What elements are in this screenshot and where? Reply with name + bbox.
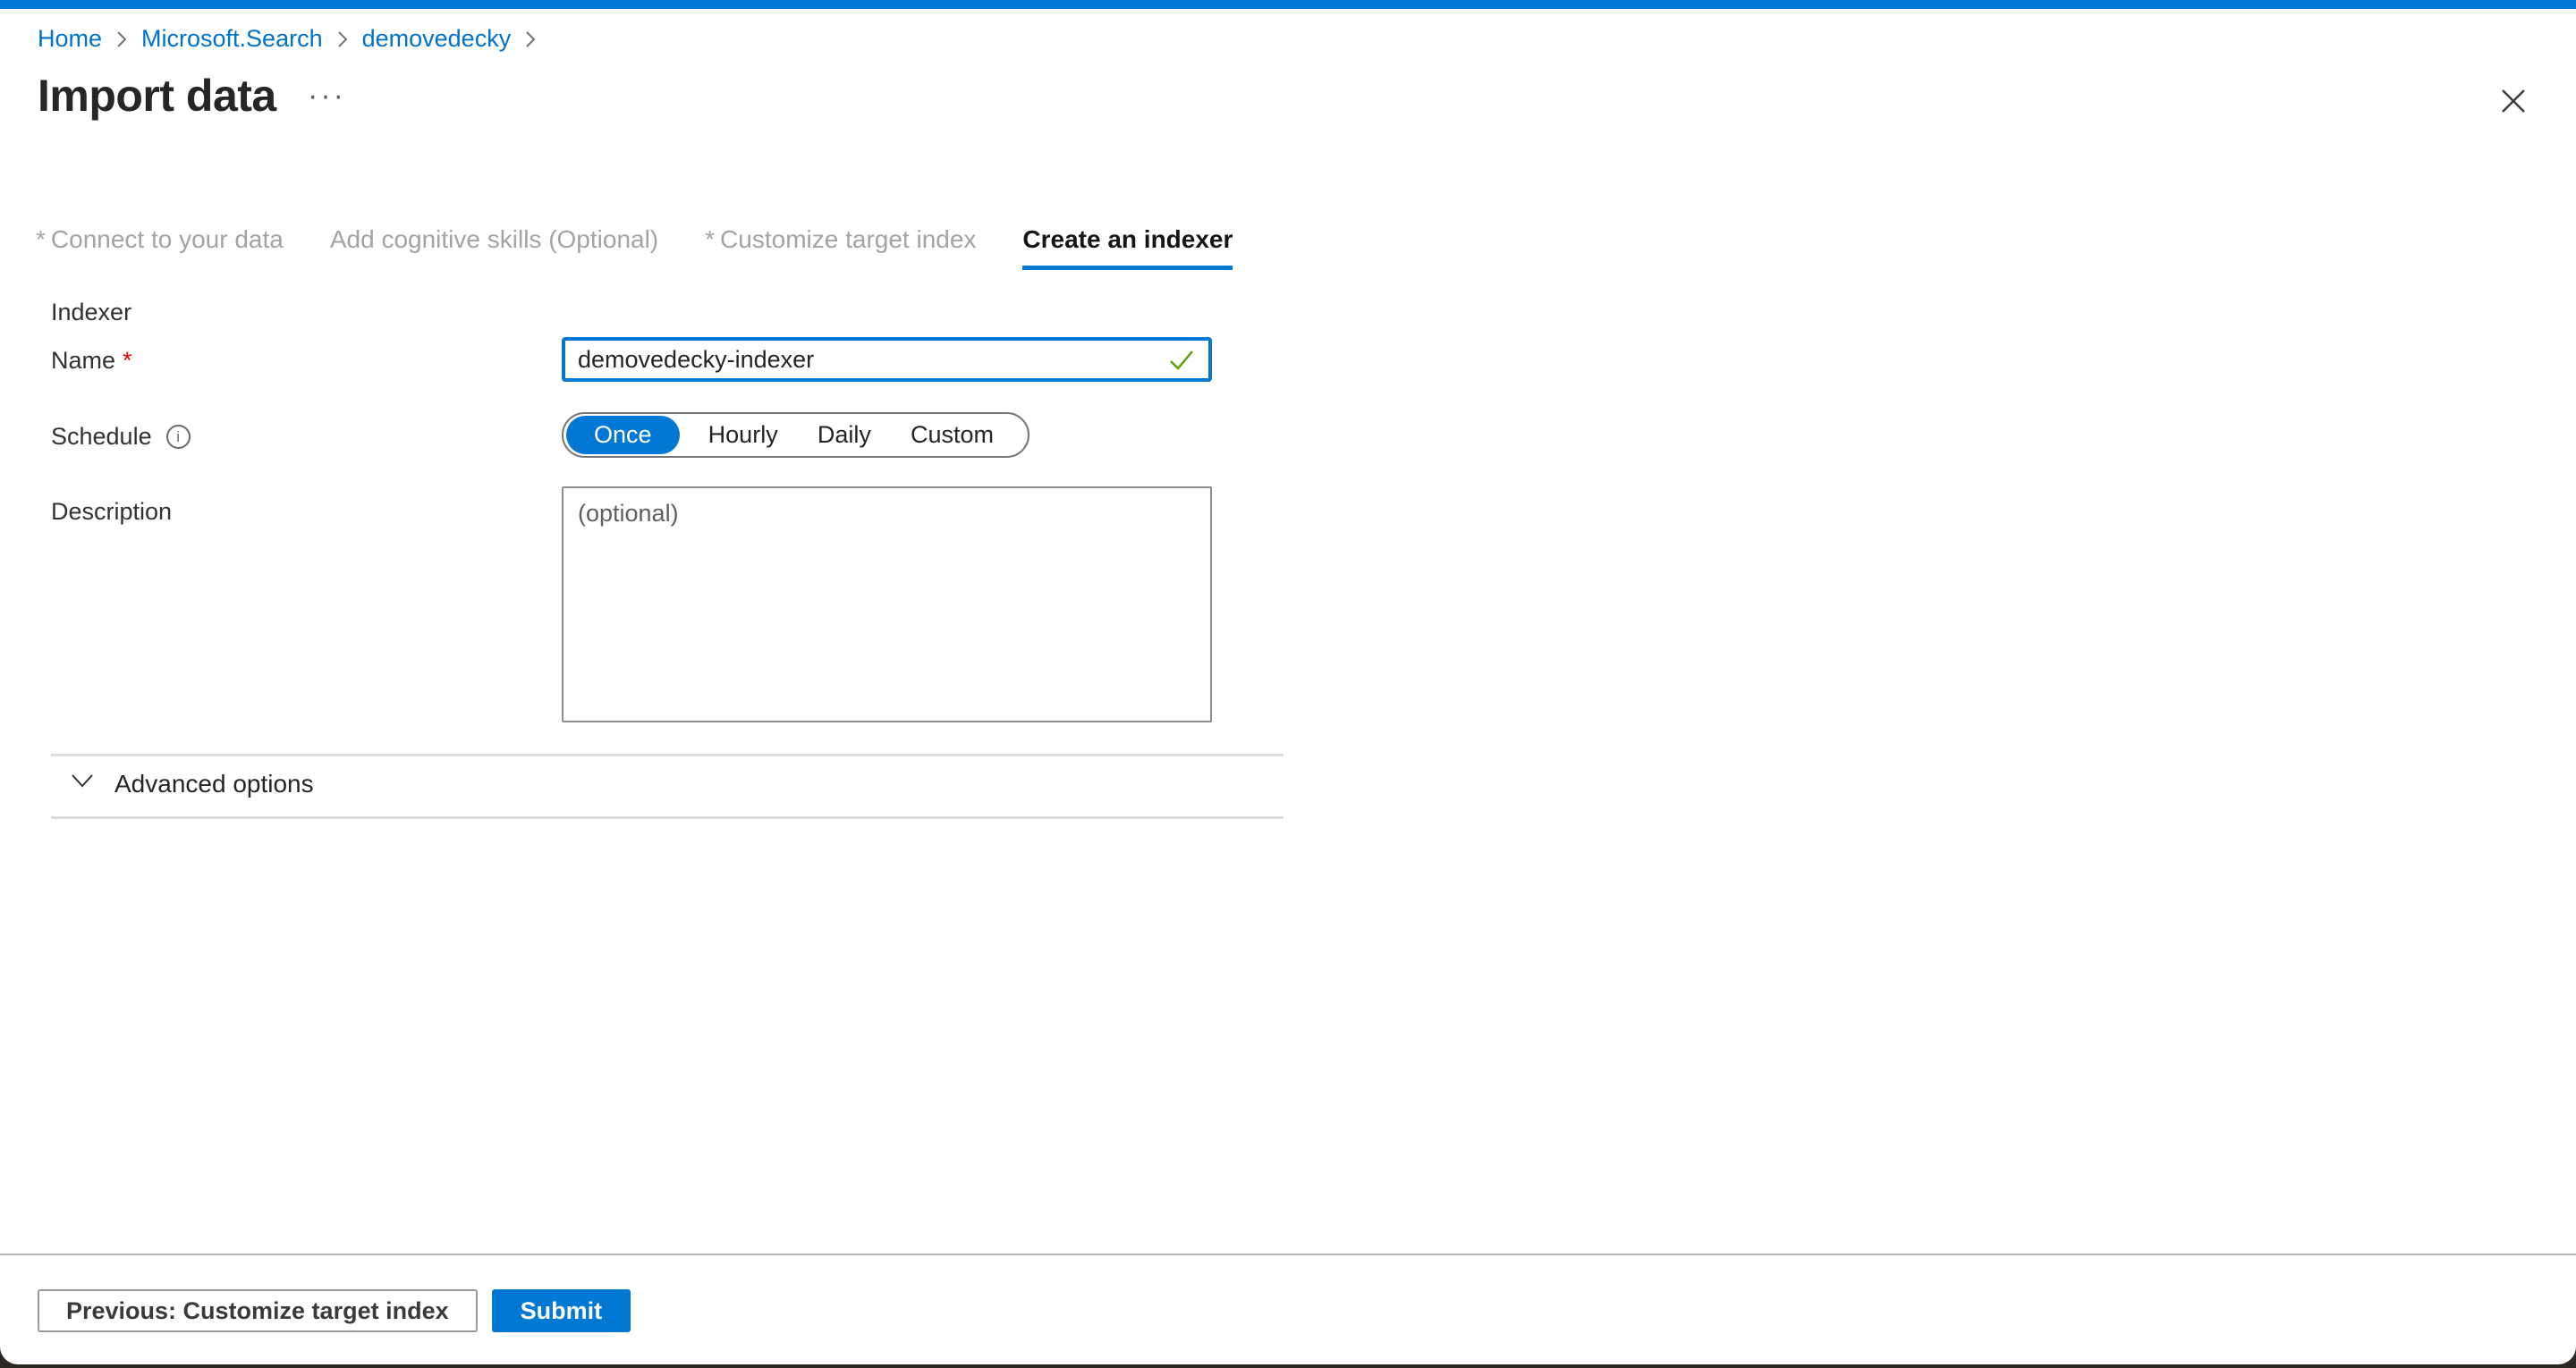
schedule-label: Schedule i	[51, 423, 191, 451]
previous-button[interactable]: Previous: Customize target index	[38, 1289, 478, 1332]
name-label-text: Name	[51, 347, 115, 375]
schedule-option-custom[interactable]: Custom	[900, 416, 1004, 454]
tab-add-cognitive-skills[interactable]: Add cognitive skills (Optional)	[330, 225, 658, 270]
tab-label: Customize target index	[720, 225, 976, 253]
tab-required-mark: *	[705, 225, 715, 253]
import-data-panel: Home Microsoft.Search demovedecky Import…	[0, 0, 2576, 1364]
description-textarea[interactable]	[562, 486, 1212, 722]
tab-required-mark: *	[36, 225, 46, 253]
tab-label: Connect to your data	[51, 225, 284, 253]
breadcrumb-link-home[interactable]: Home	[38, 25, 102, 53]
breadcrumb-link-microsoft-search[interactable]: Microsoft.Search	[141, 25, 323, 53]
breadcrumb-link-demovedecky[interactable]: demovedecky	[362, 25, 512, 53]
wizard-tabs: *Connect to your data Add cognitive skil…	[36, 225, 1233, 270]
schedule-label-text: Schedule	[51, 423, 152, 451]
footer-divider	[0, 1254, 2576, 1255]
advanced-options-label: Advanced options	[114, 770, 314, 798]
tab-connect-to-your-data[interactable]: *Connect to your data	[36, 225, 284, 270]
close-icon	[2499, 105, 2528, 118]
indexer-name-input[interactable]	[562, 337, 1212, 382]
description-label-text: Description	[51, 498, 172, 526]
divider	[51, 816, 1284, 819]
chevron-down-icon	[70, 769, 95, 798]
breadcrumb: Home Microsoft.Search demovedecky	[38, 25, 550, 53]
footer-buttons: Previous: Customize target index Submit	[38, 1289, 631, 1332]
info-icon[interactable]: i	[166, 425, 191, 449]
tab-label: Add cognitive skills (Optional)	[330, 225, 658, 253]
divider	[51, 754, 1284, 756]
top-accent-bar	[0, 0, 2576, 9]
tab-create-an-indexer[interactable]: Create an indexer	[1022, 225, 1233, 270]
advanced-options-toggle[interactable]: Advanced options	[70, 769, 314, 798]
more-options-button[interactable]: ···	[308, 79, 346, 114]
schedule-option-hourly[interactable]: Hourly	[698, 416, 789, 454]
schedule-option-daily[interactable]: Daily	[807, 416, 882, 454]
schedule-toggle-group: Once Hourly Daily Custom	[562, 412, 1030, 458]
name-label: Name *	[51, 347, 132, 375]
required-asterisk: *	[123, 347, 132, 375]
tab-customize-target-index[interactable]: *Customize target index	[705, 225, 976, 270]
description-label: Description	[51, 498, 172, 526]
chevron-right-icon	[114, 29, 129, 50]
tab-label: Create an indexer	[1022, 225, 1233, 253]
schedule-option-once[interactable]: Once	[566, 416, 680, 454]
chevron-right-icon	[523, 29, 538, 50]
submit-button[interactable]: Submit	[492, 1289, 631, 1332]
section-title-indexer: Indexer	[51, 299, 131, 326]
valid-checkmark-icon	[1168, 347, 1195, 378]
chevron-right-icon	[335, 29, 350, 50]
close-button[interactable]	[2496, 84, 2531, 120]
page-title: Import data	[38, 70, 276, 122]
